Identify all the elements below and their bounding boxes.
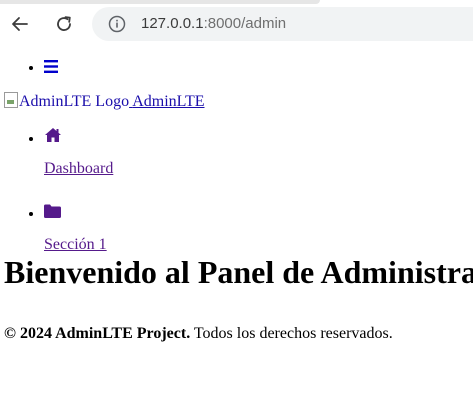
info-icon[interactable] bbox=[108, 15, 126, 33]
reload-button[interactable] bbox=[52, 12, 76, 36]
top-navbar bbox=[0, 56, 58, 80]
page-content: AdminLTE Logo AdminLTE Dashboard Sección… bbox=[0, 48, 473, 410]
url-text[interactable]: 127.0.0.1:8000/admin bbox=[141, 15, 286, 33]
broken-image-icon bbox=[4, 92, 18, 108]
navbar-item bbox=[44, 56, 58, 80]
address-bar[interactable]: 127.0.0.1:8000/admin bbox=[92, 7, 473, 41]
brand-link[interactable]: AdminLTE Logo AdminLTE bbox=[4, 92, 205, 111]
home-icon bbox=[45, 128, 61, 142]
page-title: Bienvenido al Panel de Administración bbox=[4, 254, 473, 290]
footer-rights: Todos los derechos reservados. bbox=[190, 325, 393, 342]
reload-icon bbox=[57, 16, 71, 31]
brand-anchor[interactable]: AdminLTE Logo AdminLTE bbox=[4, 92, 205, 110]
back-button[interactable] bbox=[8, 12, 32, 36]
url-host: 127.0.0.1 bbox=[141, 15, 204, 32]
bars-icon bbox=[44, 60, 58, 73]
footer-copyright: © 2024 AdminLTE Project. bbox=[4, 325, 191, 342]
sidebar-item-dashboard: Dashboard bbox=[44, 123, 113, 179]
sidebar-item-seccion-1: Sección 1 bbox=[44, 199, 113, 255]
browser-toolbar: 127.0.0.1:8000/admin bbox=[0, 0, 473, 48]
brand-logo-alt: AdminLTE Logo bbox=[19, 93, 130, 110]
brand-name: AdminLTE bbox=[132, 93, 205, 110]
folder-icon bbox=[44, 204, 61, 218]
page-footer: © 2024 AdminLTE Project. Todos los derec… bbox=[4, 324, 393, 344]
menu-toggle-button[interactable] bbox=[44, 59, 58, 76]
arrow-left-icon bbox=[12, 17, 28, 31]
url-path: :8000/admin bbox=[203, 15, 287, 32]
sidebar-link-dashboard[interactable]: Dashboard bbox=[44, 159, 113, 179]
tab-strip bbox=[0, 0, 320, 4]
